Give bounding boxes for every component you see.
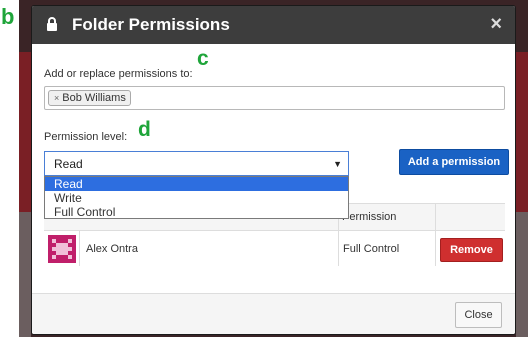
option-full-control[interactable]: Full Control	[45, 205, 348, 219]
folder-permissions-dialog: Folder Permissions × Add or replace perm…	[31, 5, 516, 335]
column-divider	[79, 230, 80, 266]
dialog-footer: Close	[32, 293, 515, 334]
select-current-value: Read	[54, 157, 83, 171]
column-header-permission: Permission	[342, 211, 397, 223]
callout-b: b	[1, 4, 15, 29]
row-permission: Full Control	[343, 243, 400, 255]
user-tag: × Bob Williams	[48, 90, 131, 106]
callout-d: d	[138, 118, 151, 141]
callout-c: c	[197, 47, 209, 70]
background-strip-left	[19, 52, 31, 212]
permission-level-label: Permission level:	[44, 131, 128, 143]
lock-icon	[47, 17, 57, 31]
background-strip-lower-right	[516, 212, 528, 337]
permission-options-dropdown: Read Write Full Control	[44, 176, 349, 219]
row-user-name: Alex Ontra	[86, 243, 138, 255]
pixel-avatar-icon	[48, 235, 76, 263]
remove-button[interactable]: Remove	[440, 238, 503, 262]
dialog-title: Folder Permissions	[72, 15, 230, 34]
permission-level-select[interactable]: Read ▼	[44, 151, 349, 176]
column-divider	[435, 204, 436, 266]
users-tag-input[interactable]: × Bob Williams	[44, 86, 505, 110]
close-icon[interactable]: ×	[490, 14, 502, 34]
option-read[interactable]: Read	[45, 177, 348, 191]
user-tag-label: Bob Williams	[62, 92, 126, 104]
background-strip-lower-left	[19, 212, 31, 337]
chevron-down-icon: ▼	[333, 159, 342, 169]
add-permissions-label: Add or replace permissions to:	[44, 68, 193, 80]
dialog-header: Folder Permissions ×	[32, 6, 515, 44]
close-button[interactable]: Close	[455, 302, 502, 328]
background-strip-right	[516, 52, 528, 212]
add-permission-button[interactable]: Add a permission	[399, 149, 509, 175]
option-write[interactable]: Write	[45, 191, 348, 205]
remove-tag-icon[interactable]: ×	[54, 93, 59, 103]
